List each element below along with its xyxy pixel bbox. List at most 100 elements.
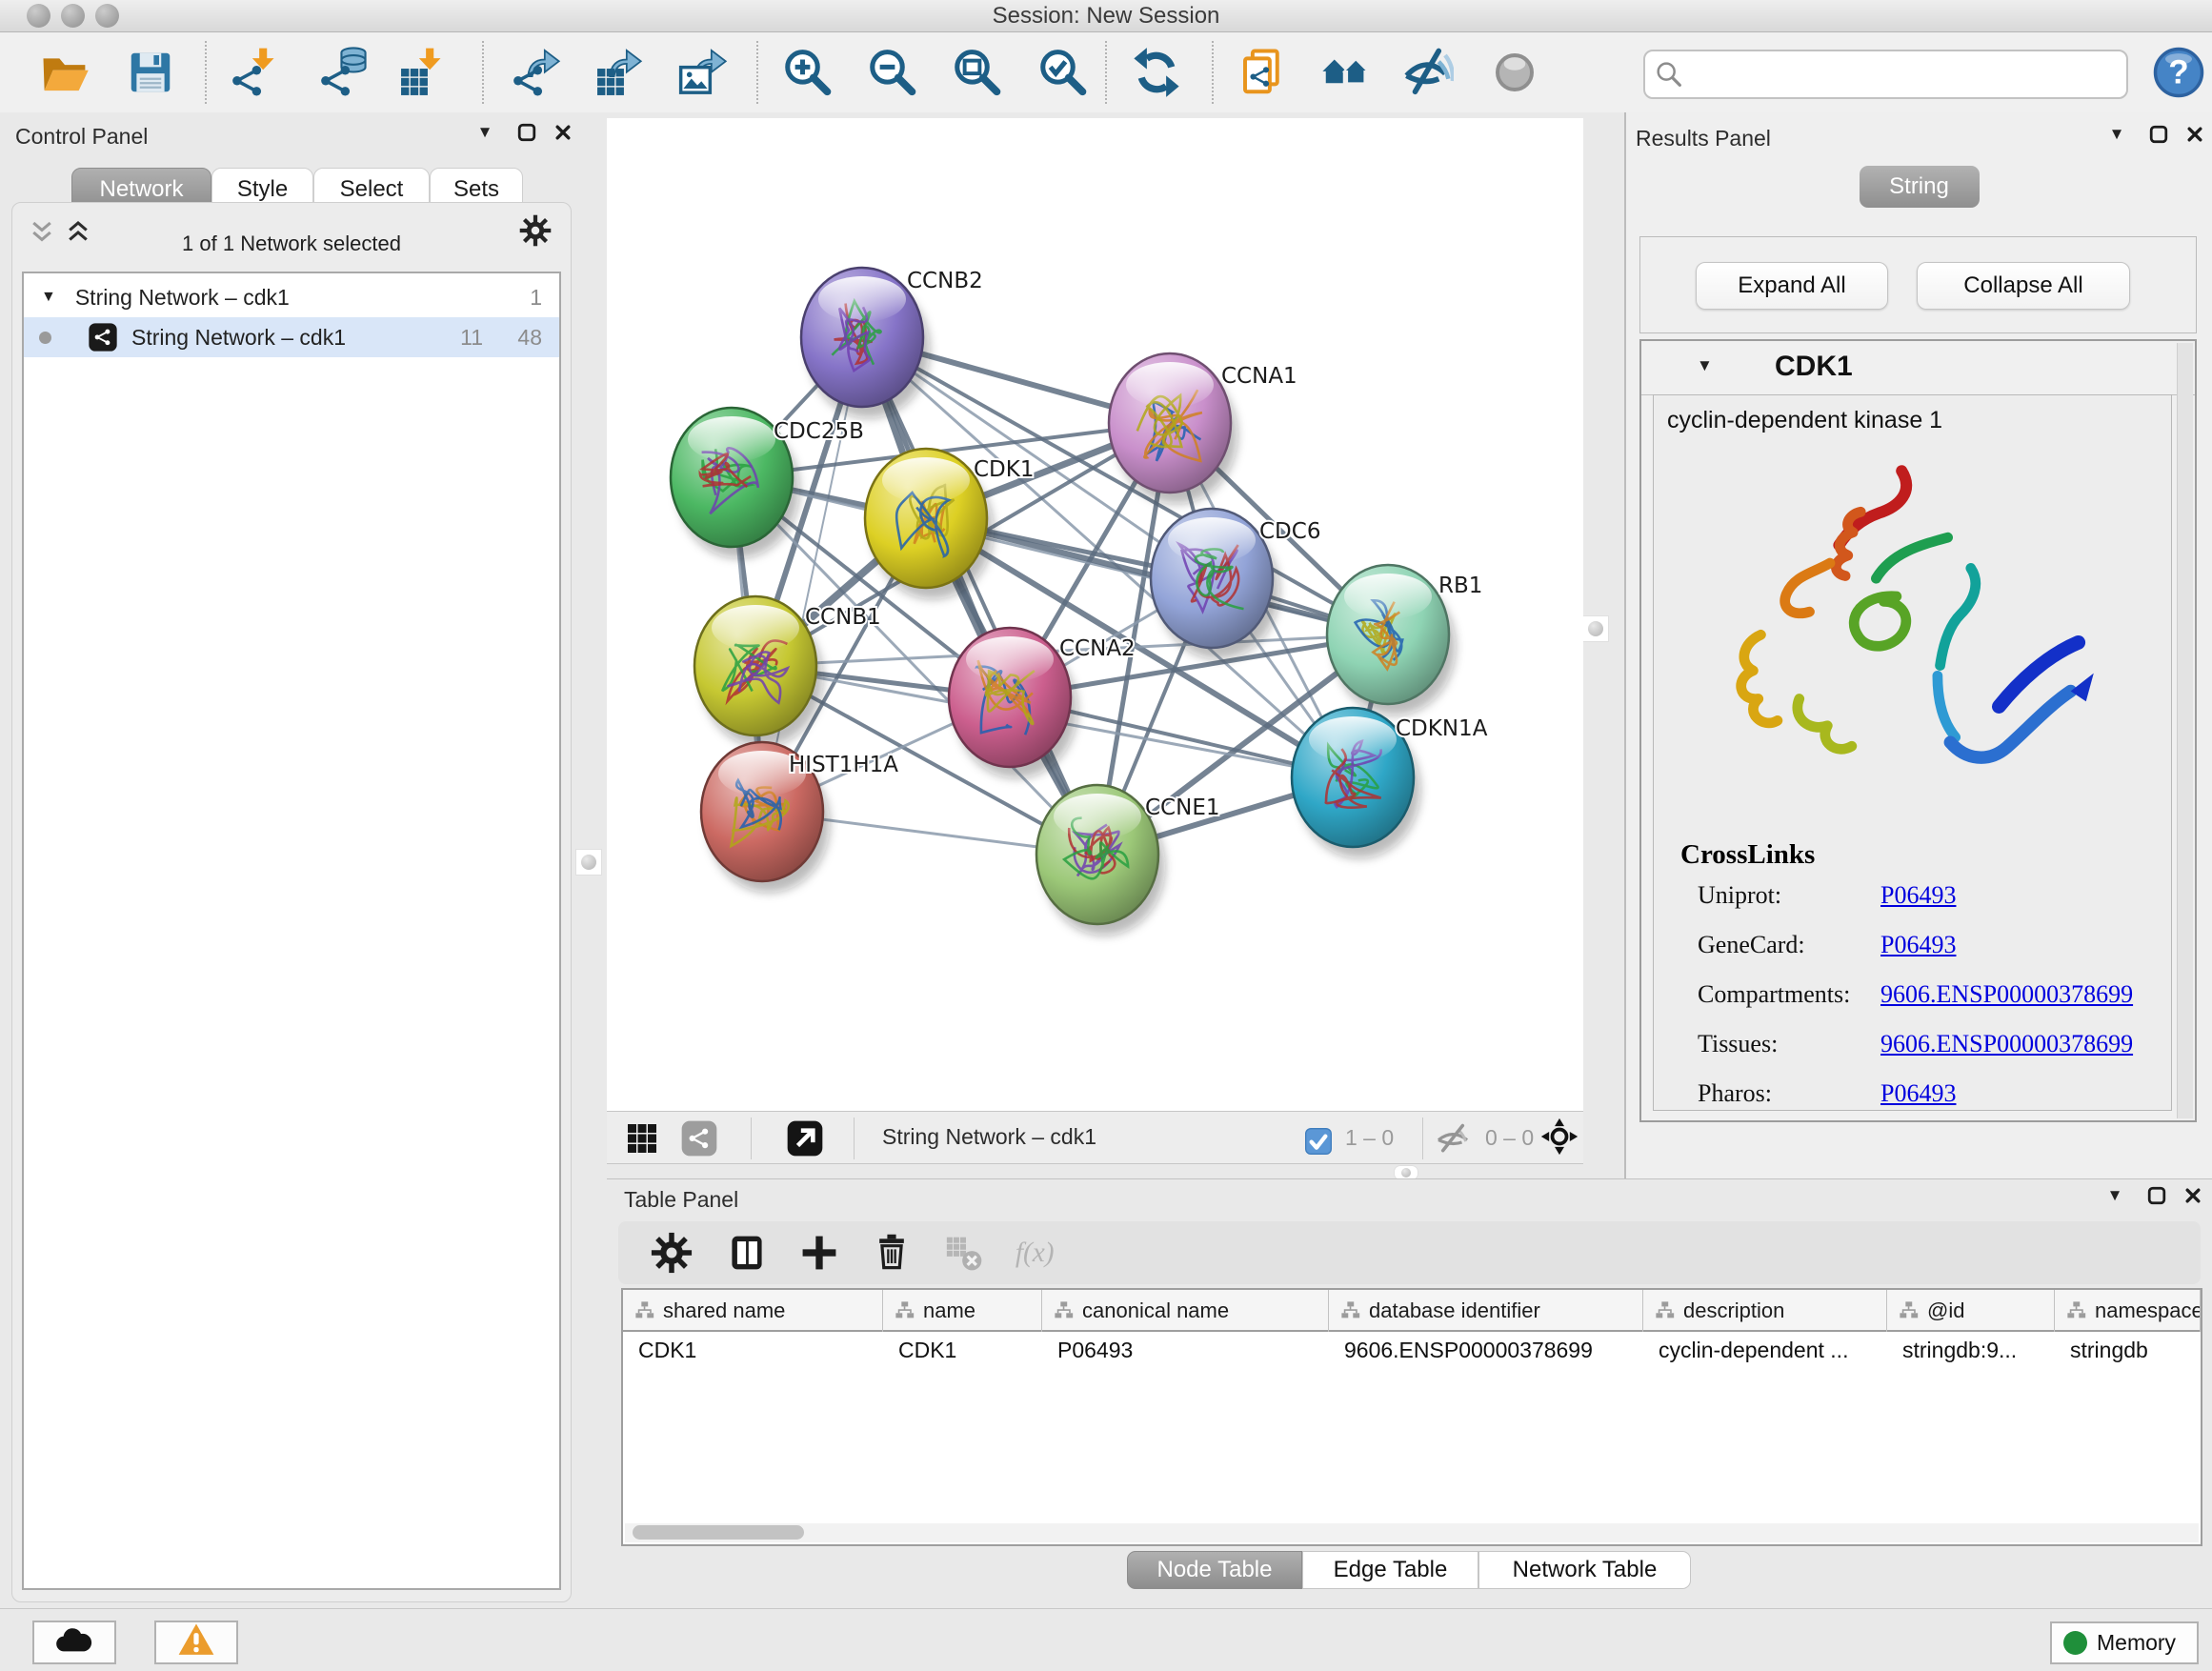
table-float-icon[interactable] <box>2141 1179 2173 1212</box>
scrollbar-thumb[interactable] <box>633 1525 804 1540</box>
delete-column-icon[interactable] <box>871 1232 913 1274</box>
function-builder-icon[interactable]: f(x) <box>1014 1232 1056 1274</box>
network-view-title: String Network – cdk1 <box>882 1124 1096 1150</box>
delete-table-icon[interactable] <box>943 1232 985 1274</box>
column-header-database-identifier[interactable]: database identifier <box>1329 1290 1643 1332</box>
column-header-shared-name[interactable]: shared name <box>623 1290 883 1332</box>
panel-float-icon[interactable] <box>511 116 543 149</box>
tab-string[interactable]: String <box>1860 166 1980 208</box>
hide-selection-icon[interactable] <box>1398 43 1458 102</box>
memory-button[interactable]: Memory <box>2050 1621 2199 1664</box>
crosslink-row: Tissues:9606.ENSP00000378699 <box>1654 1030 2171 1079</box>
crosslink-link[interactable]: 9606.ENSP00000378699 <box>1880 980 2133 1009</box>
column-header-canonical-name[interactable]: canonical name <box>1042 1290 1329 1332</box>
table-horizontal-scrollbar[interactable] <box>625 1523 2199 1542</box>
crosslink-link[interactable]: 9606.ENSP00000378699 <box>1880 1030 2133 1058</box>
results-float-icon[interactable] <box>2142 118 2175 151</box>
import-table-icon[interactable] <box>392 43 452 102</box>
results-scrollbar[interactable] <box>2177 343 2193 1118</box>
node-CCNB1[interactable] <box>694 596 823 747</box>
panel-close-icon[interactable] <box>547 116 579 149</box>
help-button[interactable]: ? <box>2152 46 2207 101</box>
grid-view-icon[interactable] <box>623 1119 661 1158</box>
show-graphics-icon[interactable] <box>1485 43 1544 102</box>
share-view-icon[interactable] <box>680 1119 718 1158</box>
import-network-icon[interactable] <box>226 43 285 102</box>
network-overview-icon[interactable] <box>1316 43 1375 102</box>
expand-all-button[interactable]: Expand All <box>1696 262 1888 310</box>
crosslink-link[interactable]: P06493 <box>1880 881 1956 910</box>
export-network-icon[interactable] <box>507 43 566 102</box>
results-close-icon[interactable] <box>2179 118 2211 151</box>
open-session-icon[interactable] <box>35 43 94 102</box>
show-columns-icon[interactable] <box>726 1232 768 1274</box>
table-cell[interactable]: CDK1 <box>883 1332 1042 1368</box>
hidden-eye-icon[interactable] <box>1434 1119 1472 1158</box>
import-database-icon[interactable] <box>314 43 373 102</box>
crosslink-link[interactable]: P06493 <box>1880 931 1956 959</box>
zoom-window-icon[interactable] <box>95 4 119 28</box>
node-CCNA1[interactable] <box>1109 353 1237 504</box>
column-header-namespace[interactable]: namespace <box>2055 1290 2201 1332</box>
table-cell[interactable]: P06493 <box>1042 1332 1329 1368</box>
search-box[interactable] <box>1643 50 2128 99</box>
apply-layout-icon[interactable] <box>1127 43 1186 102</box>
cloud-button[interactable] <box>32 1621 116 1664</box>
node-label-CDKN1A: CDKN1A <box>1396 716 1488 741</box>
right-splitter[interactable] <box>1583 112 1624 1178</box>
node-label-CDC6: CDC6 <box>1259 519 1320 544</box>
tab-edge-table[interactable]: Edge Table <box>1302 1551 1478 1589</box>
tab-node-table[interactable]: Node Table <box>1127 1551 1302 1589</box>
selected-count: 1 – 0 <box>1345 1125 1394 1151</box>
crosslink-link[interactable]: P06493 <box>1880 1079 1956 1108</box>
zoom-out-icon[interactable] <box>862 43 921 102</box>
save-session-icon[interactable] <box>121 43 180 102</box>
node-RB1[interactable] <box>1327 565 1456 715</box>
open-in-window-icon[interactable] <box>786 1119 824 1158</box>
zoom-fit-icon[interactable] <box>947 43 1006 102</box>
right-splitter-knob[interactable] <box>1582 615 1609 642</box>
selected-checkbox-icon[interactable] <box>1299 1122 1337 1160</box>
table-cell[interactable]: stringdb:9... <box>1887 1332 2055 1368</box>
panel-collapse-icon[interactable]: ▼ <box>469 116 501 149</box>
zoom-in-icon[interactable] <box>777 43 836 102</box>
gear-icon[interactable] <box>519 214 552 247</box>
add-column-icon[interactable] <box>798 1232 840 1274</box>
left-splitter-knob[interactable] <box>575 849 602 876</box>
column-header-description[interactable]: description <box>1643 1290 1887 1332</box>
tab-network-table[interactable]: Network Table <box>1478 1551 1691 1589</box>
search-input[interactable] <box>1689 55 2117 91</box>
gene-card-header[interactable]: ▼ CDK1 <box>1641 341 2195 395</box>
warnings-button[interactable] <box>154 1621 238 1664</box>
export-image-icon[interactable] <box>674 43 733 102</box>
table-cell[interactable]: 9606.ENSP00000378699 <box>1329 1332 1643 1368</box>
network-row-selected[interactable]: String Network – cdk1 11 48 <box>24 317 559 357</box>
table-panel-title: Table Panel <box>624 1187 738 1213</box>
zoom-selected-icon[interactable] <box>1033 43 1092 102</box>
table-settings-icon[interactable] <box>651 1232 693 1274</box>
table-cell[interactable]: CDK1 <box>623 1332 883 1368</box>
minimize-window-icon[interactable] <box>61 4 85 28</box>
column-header--id[interactable]: @id <box>1887 1290 2055 1332</box>
network-collection-row[interactable]: ▼ String Network – cdk1 1 <box>24 277 559 317</box>
table-cell[interactable]: cyclin-dependent ... <box>1643 1332 1887 1368</box>
new-network-from-selection-icon[interactable] <box>1233 43 1292 102</box>
table-close-icon[interactable] <box>2177 1179 2209 1212</box>
gene-symbol: CDK1 <box>1775 351 1853 383</box>
node-label-CCNB2: CCNB2 <box>907 269 983 293</box>
collection-expand-icon[interactable]: ▼ <box>41 289 56 306</box>
network-selection-status: 1 of 1 Network selected <box>12 232 571 256</box>
table-cell[interactable]: stringdb <box>2055 1332 2201 1368</box>
crosshair-icon[interactable] <box>1540 1117 1579 1156</box>
network-canvas[interactable]: CCNB2CCNA1CDC25BCDK1CDC6RB1CCNB1CCNA2CDK… <box>607 118 1583 1111</box>
table-row[interactable]: CDK1CDK1P064939606.ENSP00000378699cyclin… <box>623 1332 2201 1368</box>
close-window-icon[interactable] <box>27 4 50 28</box>
table-collapse-icon[interactable]: ▼ <box>2099 1179 2131 1212</box>
network-label: String Network – cdk1 <box>131 325 346 351</box>
export-table-icon[interactable] <box>589 43 648 102</box>
node-label-CCNB1: CCNB1 <box>805 605 881 630</box>
collapse-all-button[interactable]: Collapse All <box>1917 262 2130 310</box>
column-header-name[interactable]: name <box>883 1290 1042 1332</box>
results-collapse-icon[interactable]: ▼ <box>2101 118 2133 151</box>
gene-collapse-icon[interactable]: ▼ <box>1697 356 1713 375</box>
